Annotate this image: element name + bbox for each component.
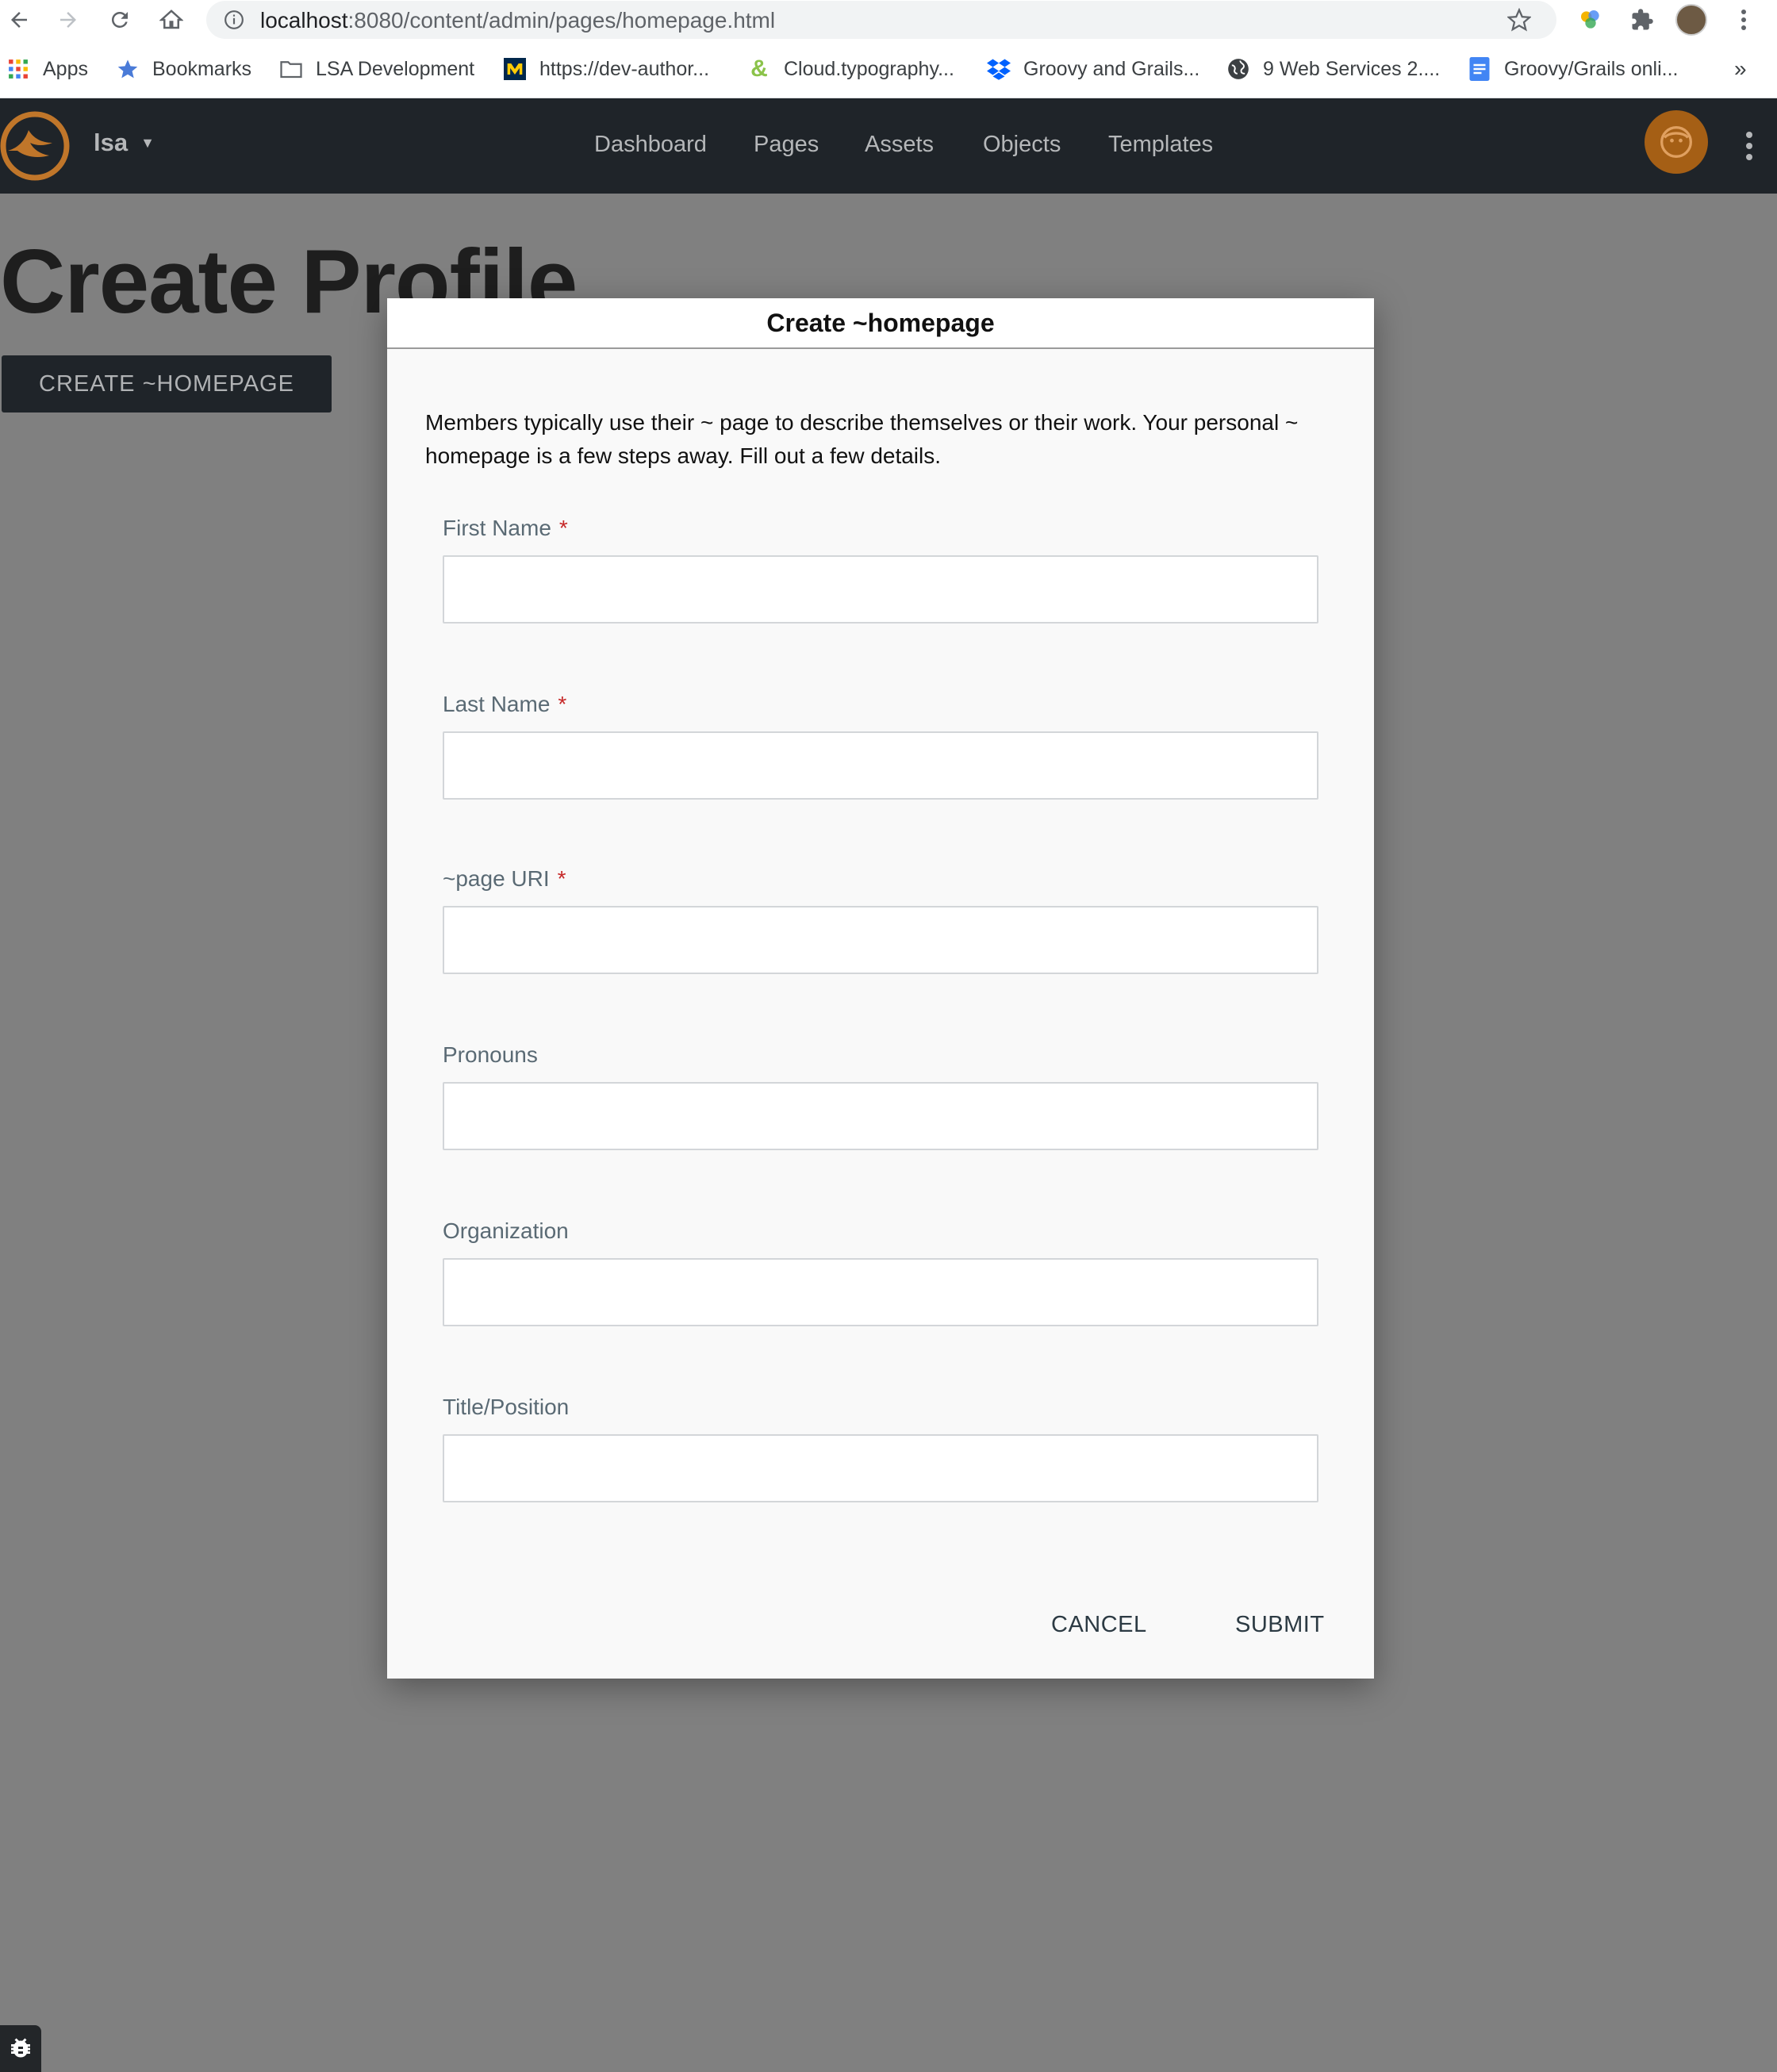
bookmark-label: Apps xyxy=(43,57,88,80)
face-icon xyxy=(1660,126,1692,158)
pronouns-input[interactable] xyxy=(443,1082,1318,1150)
apps-grid-icon xyxy=(6,57,30,81)
bookmark-star-icon[interactable] xyxy=(1506,7,1532,36)
bookmark-label: 9 Web Services 2.... xyxy=(1263,57,1441,80)
bookmark-apps[interactable]: Apps xyxy=(6,54,88,84)
organization-label: Organization xyxy=(443,1218,569,1243)
browser-menu-icon[interactable] xyxy=(1728,4,1760,36)
dialog-title: Create ~homepage xyxy=(387,298,1374,349)
reload-icon[interactable] xyxy=(104,4,136,36)
address-bar[interactable]: localhost:8080/content/admin/pages/homep… xyxy=(206,1,1556,39)
bookmarks-overflow[interactable]: » xyxy=(1734,54,1747,84)
site-switcher[interactable]: lsa ▼ xyxy=(94,129,155,157)
user-avatar[interactable] xyxy=(1645,110,1708,174)
bookmark-cloud-typography[interactable]: & Cloud.typography... xyxy=(747,54,954,84)
bookmark-label: Groovy and Grails... xyxy=(1023,57,1200,80)
dialog-description: Members typically use their ~ page to de… xyxy=(425,410,1299,468)
bookmark-bookmarks[interactable]: Bookmarks xyxy=(116,54,251,84)
bookmarks-bar: Apps Bookmarks LSA Development https://d… xyxy=(0,40,1777,98)
page-uri-label: ~page URI * xyxy=(443,866,566,891)
puzzle-icon[interactable] xyxy=(1626,4,1658,36)
bug-icon[interactable] xyxy=(0,2025,41,2072)
forward-icon[interactable] xyxy=(52,4,84,36)
last-name-input[interactable] xyxy=(443,731,1318,800)
nav-link-dashboard[interactable]: Dashboard xyxy=(594,132,707,158)
bookmark-groovy-grails[interactable]: Groovy and Grails... xyxy=(987,54,1199,84)
nav-link-objects[interactable]: Objects xyxy=(983,132,1061,158)
caret-down-icon: ▼ xyxy=(140,134,155,151)
url-text: localhost:8080/content/admin/pages/homep… xyxy=(260,8,776,33)
nav-link-assets[interactable]: Assets xyxy=(865,132,934,158)
info-icon[interactable] xyxy=(224,10,244,34)
bookmark-web-services[interactable]: 9 Web Services 2.... xyxy=(1226,54,1440,84)
site-name: lsa xyxy=(94,129,129,156)
nav-link-templates[interactable]: Templates xyxy=(1108,132,1213,158)
create-homepage-button[interactable]: CREATE ~HOMEPAGE xyxy=(2,355,332,412)
ampersand-icon: & xyxy=(750,56,768,82)
bookmark-label: Bookmarks xyxy=(152,57,252,80)
bookmark-label: https://dev-author... xyxy=(539,57,710,80)
app-menu-icon[interactable] xyxy=(1737,122,1761,170)
profile-avatar-icon[interactable] xyxy=(1675,4,1707,36)
nav-link-pages[interactable]: Pages xyxy=(754,132,819,158)
bookmark-groovy-grails-online[interactable]: Groovy/Grails onli... xyxy=(1468,54,1679,84)
first-name-input[interactable] xyxy=(443,555,1318,624)
browser-toolbar: localhost:8080/content/admin/pages/homep… xyxy=(0,0,1777,40)
last-name-label: Last Name * xyxy=(443,692,567,716)
folder-icon xyxy=(279,57,303,81)
bookmark-label: Cloud.typography... xyxy=(784,57,954,80)
create-homepage-dialog: Create ~homepage Members typically use t… xyxy=(387,298,1374,1679)
back-icon[interactable] xyxy=(3,4,35,36)
page-uri-input[interactable] xyxy=(443,906,1318,974)
logo-icon[interactable] xyxy=(0,109,73,182)
title-position-input[interactable] xyxy=(443,1434,1318,1502)
pronouns-label: Pronouns xyxy=(443,1042,538,1067)
star-icon xyxy=(116,57,140,81)
extension-icon[interactable] xyxy=(1575,4,1606,36)
michigan-m-icon xyxy=(503,57,527,81)
dropbox-icon xyxy=(987,57,1011,81)
submit-button[interactable]: SUBMIT xyxy=(1235,1612,1325,1638)
bookmark-lsa-development[interactable]: LSA Development xyxy=(279,54,474,84)
cancel-button[interactable]: CANCEL xyxy=(1051,1612,1147,1638)
app-navbar: lsa ▼ Dashboard Pages Assets Objects Tem… xyxy=(0,98,1777,194)
organization-input[interactable] xyxy=(443,1258,1318,1326)
globe-icon xyxy=(1226,57,1250,81)
home-icon[interactable] xyxy=(155,4,187,36)
title-position-label: Title/Position xyxy=(443,1395,570,1419)
doc-icon xyxy=(1468,57,1491,81)
bookmark-dev-author[interactable]: https://dev-author... xyxy=(503,54,709,84)
first-name-label: First Name * xyxy=(443,516,568,540)
bookmark-label: LSA Development xyxy=(316,57,475,80)
bookmark-label: Groovy/Grails onli... xyxy=(1504,57,1679,80)
